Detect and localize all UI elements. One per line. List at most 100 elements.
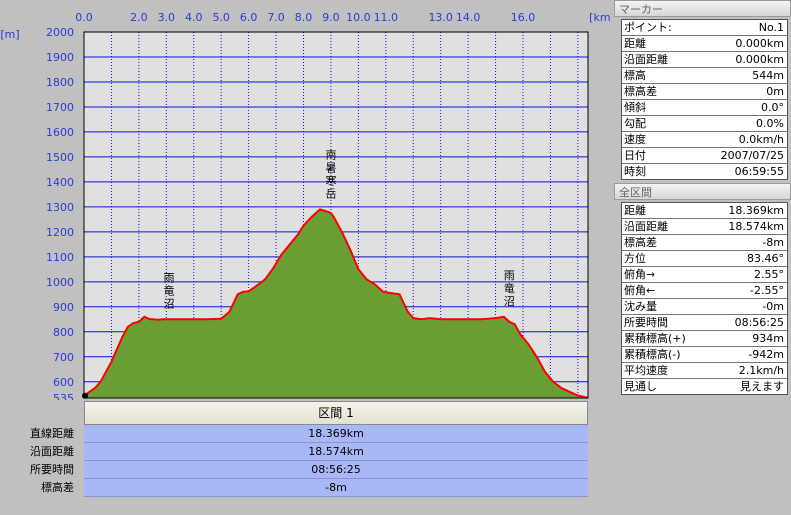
info-value: -0m [762, 300, 784, 313]
start-marker [82, 392, 88, 399]
info-label: 方位 [624, 252, 646, 265]
y-tick-label: 1800 [46, 76, 74, 89]
info-label: 標高差 [624, 236, 657, 249]
info-value: 544m [752, 69, 784, 82]
y-tick-label: 1400 [46, 176, 74, 189]
peak-annotation: 雨 [164, 271, 175, 284]
x-tick-label: 4.0 [185, 11, 203, 24]
all-segments-table: 距離 18.369km 沿面距離 18.574km 標高差 -8m 方位 83.46° 俯角→ 2… [621, 202, 788, 395]
info-value: 見えます [740, 380, 784, 393]
marker-panel-title: マーカー [614, 0, 791, 17]
x-tick-label: 8.0 [295, 11, 313, 24]
x-tick-label: 13.0 [428, 11, 453, 24]
marker-table: ポイント: No.1 距離 0.000km 沿面距離 0.000km 標高 544m 標高差 0m… [621, 19, 788, 180]
info-label: 俯角← [624, 284, 656, 297]
info-value: 2.55° [754, 268, 784, 281]
y-tick-label: 1900 [46, 51, 74, 64]
info-label: ポイント: [624, 21, 672, 34]
info-row: 傾斜 0.0° [622, 100, 787, 116]
y-tick-label: 1100 [46, 251, 74, 264]
peak-annotation: 雨 [504, 269, 515, 282]
info-value: 0.0km/h [738, 133, 784, 146]
info-value: 2.1km/h [738, 364, 784, 377]
peak-annotation: 岳 [325, 187, 336, 200]
info-panel: マーカー ポイント: No.1 距離 0.000km 沿面距離 0.000km 標高 544m… [614, 0, 791, 515]
info-label: 沿面距離 [624, 53, 668, 66]
x-tick-label: 10.0 [346, 11, 371, 24]
info-label: 所要時間 [624, 316, 668, 329]
peak-annotation: 竜 [164, 283, 175, 297]
peak-annotation: 暑 [325, 161, 336, 174]
info-label: 沿面距離 [624, 220, 668, 233]
info-row: 俯角→ 2.55° [622, 267, 787, 283]
info-row: 距離 18.369km [622, 203, 787, 219]
y-tick-label: 1000 [46, 276, 74, 289]
segment-value: -8m [84, 479, 588, 497]
info-row: 時刻 06:59:55 [622, 164, 787, 179]
info-label: 速度 [624, 133, 646, 146]
segment-summary: 直線距離 18.369km 沿面距離 18.574km 所要時間 08:56:2… [0, 425, 588, 497]
info-row: 累積標高(+) 934m [622, 331, 787, 347]
y-tick-label: 1500 [46, 151, 74, 164]
info-row: 沿面距離 18.574km [622, 219, 787, 235]
segment-row-straight-distance: 直線距離 18.369km [0, 425, 588, 443]
info-label: 累積標高(-) [624, 348, 681, 361]
segment-row-duration: 所要時間 08:56:25 [0, 461, 588, 479]
info-row: 平均速度 2.1km/h [622, 363, 787, 379]
info-value: 83.46° [747, 252, 784, 265]
info-label: 見通し [624, 380, 657, 393]
info-value: 934m [752, 332, 784, 345]
info-row: 標高差 0m [622, 84, 787, 100]
x-tick-label: 16.0 [511, 11, 536, 24]
info-label: 距離 [624, 204, 646, 217]
info-value: 0.0° [761, 101, 784, 114]
info-value: -2.55° [750, 284, 784, 297]
segment-label: 所要時間 [30, 463, 74, 476]
info-label: 日付 [624, 149, 646, 162]
y-tick-label: 700 [53, 351, 74, 364]
x-tick-label: 9.0 [322, 11, 340, 24]
info-label: 勾配 [624, 117, 646, 130]
segment-label: 直線距離 [30, 427, 74, 440]
info-row: 距離 0.000km [622, 36, 787, 52]
info-value: No.1 [758, 21, 784, 34]
info-label: 標高差 [624, 85, 657, 98]
x-unit-label: [km] [589, 11, 612, 24]
x-tick-label: 3.0 [158, 11, 176, 24]
x-tick-label: 11.0 [374, 11, 399, 24]
y-tick-label: 2000 [46, 26, 74, 39]
info-value: 0m [766, 85, 784, 98]
peak-annotation: 寒 [325, 173, 336, 187]
all-segments-panel-title: 全区間 [614, 183, 791, 200]
y-tick-label: 900 [53, 301, 74, 314]
info-label: 標高 [624, 69, 646, 82]
info-label: 距離 [624, 37, 646, 50]
info-value: 2007/07/25 [720, 149, 784, 162]
info-row: 見通し 見えます [622, 379, 787, 394]
info-row: 沿面距離 0.000km [622, 52, 787, 68]
segment-value: 18.369km [84, 425, 588, 443]
info-value: 0.000km [735, 53, 784, 66]
info-label: 時刻 [624, 165, 646, 178]
peak-annotation: 南 [325, 148, 336, 161]
info-row: 標高 544m [622, 68, 787, 84]
segment-value: 18.574km [84, 443, 588, 461]
x-tick-label: 0.0 [75, 11, 93, 24]
y-tick-label: 535 [53, 392, 74, 400]
segment-row-elevation-diff: 標高差 -8m [0, 479, 588, 497]
peak-annotation: 沼 [164, 296, 175, 310]
elevation-profile-chart[interactable]: 0.0 2.0 3.0 4.0 5.0 6.0 7.0 8.0 9.0 10.0 11.0 13.0 1… [0, 0, 612, 400]
segment-row-surface-distance: 沿面距離 18.574km [0, 443, 588, 461]
info-value: -8m [762, 236, 784, 249]
info-value: 06:59:55 [734, 165, 784, 178]
x-tick-label: 6.0 [240, 11, 258, 24]
y-tick-label: 1300 [46, 201, 74, 214]
info-label: 平均速度 [624, 364, 668, 377]
segment-label: 沿面距離 [30, 445, 74, 458]
info-row: 沈み量 -0m [622, 299, 787, 315]
info-row: 速度 0.0km/h [622, 132, 787, 148]
info-label: 沈み量 [624, 300, 657, 313]
info-row: 俯角← -2.55° [622, 283, 787, 299]
segment-header[interactable]: 区間 1 [84, 401, 588, 425]
info-value: 0.0% [756, 117, 784, 130]
